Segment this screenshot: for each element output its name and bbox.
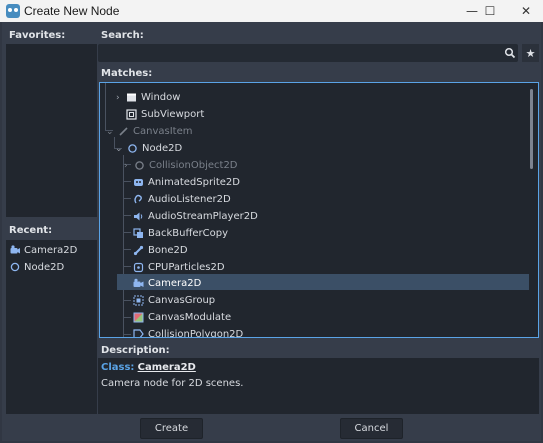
backbuffer-icon bbox=[133, 228, 143, 238]
tree-item-label: AnimatedSprite2D bbox=[148, 177, 240, 188]
tree-item-canvasgroup[interactable]: CanvasGroup bbox=[133, 292, 215, 309]
description-label: Description: bbox=[101, 345, 170, 356]
search-input[interactable] bbox=[98, 44, 518, 62]
recent-item-camera2d[interactable]: Camera2D bbox=[10, 242, 77, 258]
star-icon: ★ bbox=[525, 46, 536, 60]
description-text: Camera node for 2D scenes. bbox=[101, 378, 244, 389]
tree-item-node2d[interactable]: ⌄ Node2D bbox=[115, 140, 182, 157]
recent-item-label: Camera2D bbox=[24, 244, 78, 256]
camera-icon bbox=[133, 278, 144, 287]
tree-item-canvasitem[interactable]: ⌄ CanvasItem bbox=[106, 123, 192, 140]
tree-item-animatedsprite2d[interactable]: AnimatedSprite2D bbox=[133, 174, 240, 191]
tree-item-label: SubViewport bbox=[141, 109, 205, 120]
tree-item-label: CanvasModulate bbox=[148, 312, 232, 323]
tree-item-camera2d[interactable]: Camera2D bbox=[133, 275, 201, 292]
tree-item-label: BackBufferCopy bbox=[148, 228, 228, 239]
tree-item-label: Bone2D bbox=[148, 245, 188, 256]
window-title: Create New Node bbox=[24, 4, 120, 18]
chevron-down-icon[interactable]: ⌄ bbox=[106, 127, 118, 137]
window-icon bbox=[127, 93, 136, 102]
speaker-icon bbox=[134, 212, 143, 221]
cancel-button[interactable]: Cancel bbox=[340, 418, 403, 439]
class-link[interactable]: Camera2D bbox=[138, 362, 196, 373]
title-bar: Create New Node — ☐ ✕ bbox=[0, 0, 543, 22]
pencil-icon bbox=[119, 127, 128, 136]
tree-item-backbuffercopy[interactable]: BackBufferCopy bbox=[133, 225, 228, 242]
audiolistener-icon bbox=[134, 194, 142, 204]
tree-item-canvasmodulate[interactable]: CanvasModulate bbox=[133, 309, 231, 326]
node2d-icon bbox=[128, 144, 137, 153]
particles-icon bbox=[133, 262, 144, 273]
maximize-button[interactable]: ☐ bbox=[473, 0, 507, 22]
tree-item-audiostreamplayer2d[interactable]: AudioStreamPlayer2D bbox=[133, 208, 258, 225]
godot-app-icon bbox=[6, 4, 20, 18]
recent-item-label: Node2D bbox=[24, 261, 65, 273]
description-class-line: Class: Camera2D bbox=[101, 362, 196, 373]
search-label: Search: bbox=[101, 30, 144, 41]
chevron-right-icon[interactable]: › bbox=[116, 93, 126, 103]
collisionobject-icon bbox=[135, 161, 144, 170]
tree-item-collisionobject2d[interactable]: › CollisionObject2D bbox=[124, 157, 238, 174]
subviewport-icon bbox=[126, 109, 137, 120]
tree-item-collisionpolygon2d[interactable]: CollisionPolygon2D bbox=[133, 326, 244, 338]
recent-label: Recent: bbox=[9, 225, 53, 236]
tree-item-bone2d[interactable]: Bone2D bbox=[133, 242, 188, 259]
camera-icon bbox=[10, 245, 20, 254]
tree-item-label: CollisionObject2D bbox=[149, 160, 238, 171]
matches-label: Matches: bbox=[101, 68, 153, 79]
matches-tree[interactable]: › Window SubViewport ⌄ CanvasItem ⌄ Node… bbox=[99, 82, 539, 338]
favorites-list[interactable] bbox=[6, 44, 97, 217]
close-button[interactable]: ✕ bbox=[509, 0, 543, 22]
tree-item-label: AudioStreamPlayer2D bbox=[148, 211, 258, 222]
tree-item-label: CollisionPolygon2D bbox=[148, 329, 244, 338]
tree-item-subviewport[interactable]: SubViewport bbox=[126, 106, 204, 123]
matches-scrollbar[interactable] bbox=[530, 89, 533, 169]
canvasmodulate-icon bbox=[133, 312, 144, 323]
node2d-icon bbox=[10, 262, 20, 272]
chevron-right-icon[interactable]: › bbox=[124, 161, 134, 171]
search-icon bbox=[504, 47, 516, 59]
favorites-label: Favorites: bbox=[9, 30, 66, 41]
chevron-down-icon[interactable]: ⌄ bbox=[115, 144, 127, 154]
recent-item-node2d[interactable]: Node2D bbox=[10, 259, 64, 275]
tree-item-label: AudioListener2D bbox=[148, 194, 231, 205]
bone-icon bbox=[133, 245, 144, 256]
favorite-star-button[interactable]: ★ bbox=[522, 44, 539, 62]
tree-item-label: Camera2D bbox=[148, 278, 202, 289]
canvasgroup-icon bbox=[133, 295, 144, 306]
animatedsprite-icon bbox=[134, 179, 143, 186]
tree-item-audiolistener2d[interactable]: AudioListener2D bbox=[133, 191, 231, 208]
create-button[interactable]: Create bbox=[140, 418, 203, 439]
tree-item-label: CanvasGroup bbox=[148, 295, 216, 306]
collisionpolygon-icon bbox=[133, 329, 144, 337]
tree-item-label: Window bbox=[141, 92, 181, 103]
class-key: Class: bbox=[101, 362, 135, 373]
tree-item-label: Node2D bbox=[142, 143, 183, 154]
tree-item-window[interactable]: › Window bbox=[116, 89, 180, 106]
tree-item-label: CanvasItem bbox=[133, 126, 193, 137]
tree-item-label: CPUParticles2D bbox=[148, 262, 225, 273]
tree-item-cpuparticles2d[interactable]: CPUParticles2D bbox=[133, 259, 225, 276]
